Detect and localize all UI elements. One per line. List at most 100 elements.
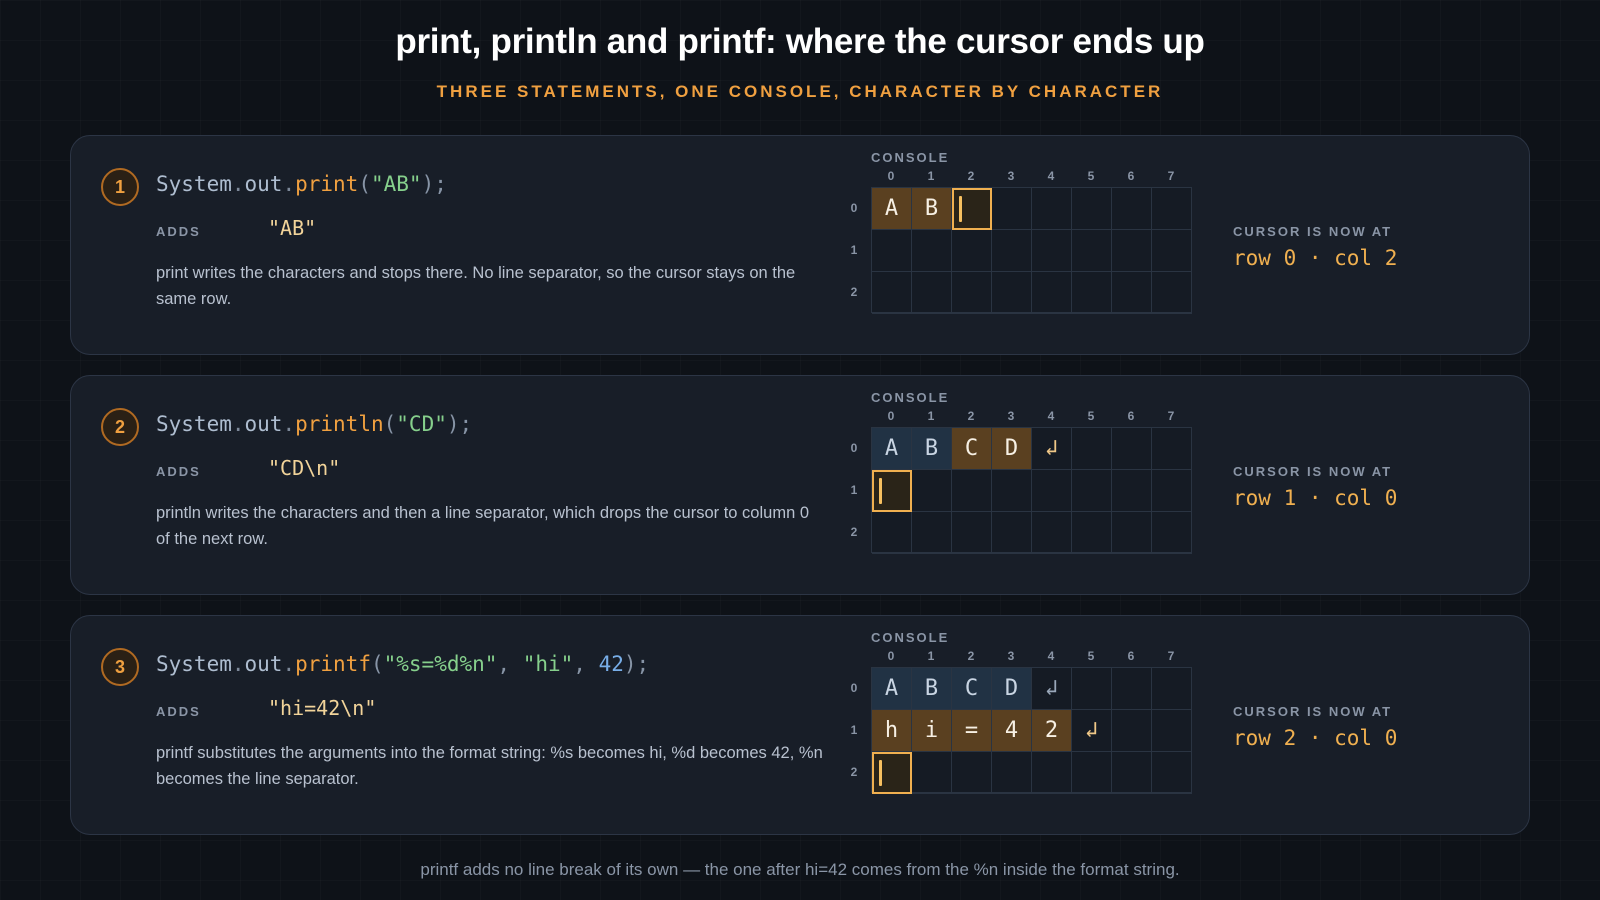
console-cell-empty: [1112, 272, 1152, 314]
console-cell-empty: [992, 230, 1032, 272]
console-cell-empty: [1152, 668, 1192, 710]
console-cell-empty: [1152, 428, 1192, 470]
page-subtitle: THREE STATEMENTS, ONE CONSOLE, CHARACTER…: [436, 82, 1164, 101]
console-cell-empty: [1032, 188, 1072, 230]
console-column-index: 3: [1007, 649, 1015, 663]
console-cell-char: C: [952, 428, 992, 470]
console-cell-empty: [992, 512, 1032, 554]
console-column-index: 1: [927, 169, 935, 183]
cursor-label: CURSOR IS NOW AT: [1233, 224, 1393, 239]
code-token: .: [282, 412, 296, 436]
newline-icon: ↲: [1032, 668, 1072, 710]
cursor-label: CURSOR IS NOW AT: [1233, 464, 1393, 479]
code-token: );: [421, 172, 447, 196]
console-cell-empty: [1072, 272, 1112, 314]
console-cell-empty: [1072, 188, 1112, 230]
console-column-index: 4: [1047, 649, 1055, 663]
console-column-index: 2: [967, 409, 975, 423]
console-cell-empty: [1032, 752, 1072, 794]
console-row-index: 0: [850, 681, 858, 695]
console-cell-empty: [912, 512, 952, 554]
code-string: "AB": [370, 172, 422, 196]
code-token: .: [231, 412, 245, 436]
console-grid: A B C D ↲: [871, 427, 1192, 554]
step-panel-3: 3 System.out.printf("%s=%d%n", "hi", 42)…: [70, 615, 1530, 835]
console-cell-empty: [1072, 752, 1112, 794]
code-statement: System.out.printf("%s=%d%n", "hi", 42);: [156, 652, 649, 676]
console-cell-char: A: [872, 668, 912, 710]
cursor-caret: [879, 478, 882, 504]
code-token: System: [156, 652, 232, 676]
console-row-index: 0: [850, 441, 858, 455]
console-cell-empty: [952, 752, 992, 794]
console-cell-empty: [1152, 230, 1192, 272]
console-column-index: 6: [1127, 169, 1135, 183]
console-cell-empty: [1112, 668, 1152, 710]
console-cell-empty: [912, 470, 952, 512]
code-statement: System.out.println("CD");: [156, 412, 472, 436]
footer-note: printf adds no line break of its own — t…: [420, 860, 1180, 879]
console-cell-char: =: [952, 710, 992, 752]
console-column-index: 2: [967, 649, 975, 663]
console-row-index: 0: [850, 201, 858, 215]
adds-label: ADDS: [156, 704, 201, 719]
adds-value: "hi=42\n": [268, 696, 377, 720]
console-row-index: 2: [850, 285, 858, 299]
console-cell-empty: [1152, 752, 1192, 794]
console-cell-empty: [952, 512, 992, 554]
code-number: 42: [598, 652, 624, 676]
console-cell-empty: [1112, 188, 1152, 230]
console-cell-empty: [1072, 470, 1112, 512]
console-cell-empty: [1032, 512, 1072, 554]
console-column-index: 5: [1087, 169, 1095, 183]
console-cell-char: C: [952, 668, 992, 710]
console-cursor: [872, 470, 912, 512]
code-method: print: [295, 172, 359, 196]
newline-icon: ↲: [1032, 428, 1072, 470]
cursor-position: row 0 · col 2: [1233, 246, 1398, 270]
step-number-badge: 1: [101, 168, 139, 206]
console-cell-empty: [1072, 668, 1112, 710]
code-token: System: [156, 172, 232, 196]
console-cell-empty: [1152, 512, 1192, 554]
console-cell-empty: [912, 230, 952, 272]
console-cell-empty: [872, 272, 912, 314]
step-number-badge: 2: [101, 408, 139, 446]
console-grid: AB: [871, 187, 1192, 314]
console-row-index: 1: [850, 483, 858, 497]
code-token: out: [244, 412, 283, 436]
cursor-caret: [959, 196, 962, 222]
console-label: CONSOLE: [871, 390, 950, 405]
console-cell-empty: [1152, 188, 1192, 230]
code-string: "hi": [522, 652, 574, 676]
console-cell-char: i: [912, 710, 952, 752]
console-cell-empty: [992, 752, 1032, 794]
code-token: .: [282, 652, 296, 676]
code-string: "CD": [396, 412, 447, 436]
console-cell-empty: [1152, 272, 1192, 314]
console-row-index: 2: [850, 525, 858, 539]
console-column-index: 5: [1087, 409, 1095, 423]
adds-value: "AB": [268, 216, 317, 240]
console-column-index: 6: [1127, 649, 1135, 663]
console-column-index: 6: [1127, 409, 1135, 423]
console-cell-empty: [1072, 512, 1112, 554]
console-cell-empty: [912, 752, 952, 794]
console-cell-empty: [1152, 710, 1192, 752]
console-cell-empty: [1032, 272, 1072, 314]
console-cell-char: B: [912, 188, 952, 230]
console-cell-empty: [1032, 470, 1072, 512]
console-row-index: 1: [850, 243, 858, 257]
step-panel-2: 2 System.out.println("CD"); ADDS "CD\n" …: [70, 375, 1530, 595]
console-row-index: 2: [850, 765, 858, 779]
cursor-position: row 1 · col 0: [1233, 486, 1398, 510]
console-column-index: 3: [1007, 409, 1015, 423]
code-token: .: [231, 652, 245, 676]
code-token: out: [244, 172, 283, 196]
newline-icon: ↲: [1072, 710, 1112, 752]
code-token: System: [156, 412, 232, 436]
code-token: );: [623, 652, 650, 676]
console-column-index: 4: [1047, 169, 1055, 183]
page-title: print, println and printf: where the cur…: [395, 22, 1205, 61]
code-token: (: [358, 172, 371, 196]
